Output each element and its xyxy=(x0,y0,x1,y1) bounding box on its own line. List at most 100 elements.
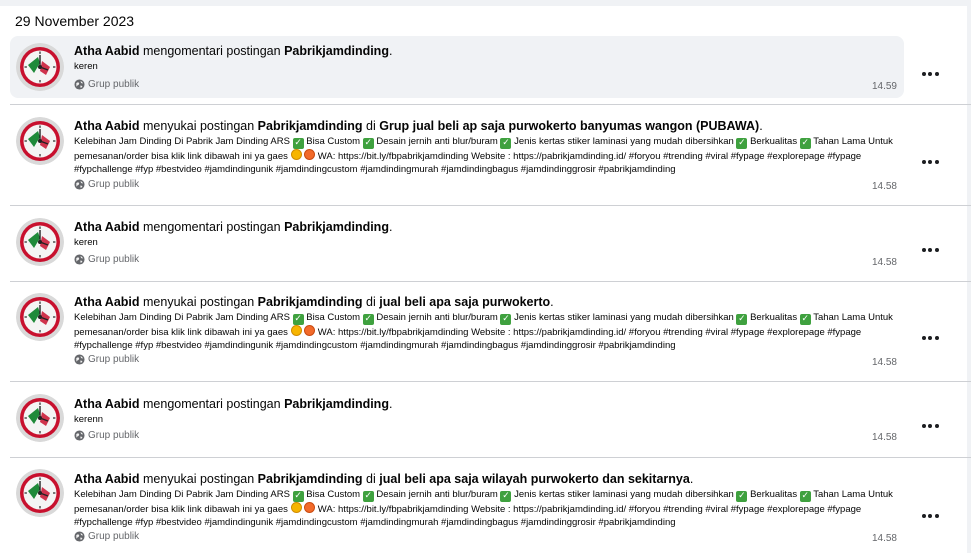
heart-eyes-emoji xyxy=(304,149,316,160)
activity-item[interactable]: Atha Aabid menyukai postingan Pabrikjamd… xyxy=(0,117,971,199)
actor-name[interactable]: Atha Aabid xyxy=(74,220,140,234)
audience-label: Grup publik xyxy=(74,430,139,441)
group-link[interactable]: Grup jual beli ap saja purwokerto banyum… xyxy=(379,119,759,133)
globe-icon xyxy=(74,430,85,441)
divider xyxy=(10,205,971,206)
divider xyxy=(10,381,971,382)
headline-suffix: . xyxy=(550,295,554,309)
post-preview-text: Kelebihan Jam Dinding Di Pabrik Jam Dind… xyxy=(74,136,898,174)
activity-item[interactable]: Atha Aabid mengomentari postingan Pabrik… xyxy=(0,36,971,98)
timestamp[interactable]: 14.59 xyxy=(872,81,897,92)
activity-joiner: di xyxy=(366,472,376,486)
avatar[interactable] xyxy=(16,43,64,91)
actor-name[interactable]: Atha Aabid xyxy=(74,472,140,486)
clock-avatar-image xyxy=(16,43,64,91)
post-text-segment: Kelebihan Jam Dinding Di Pabrik Jam Dind… xyxy=(74,489,290,500)
avatar[interactable] xyxy=(16,469,64,517)
check-mark-emoji: ✓ xyxy=(799,138,811,149)
clock-avatar-image xyxy=(16,394,64,442)
activity-headline: Atha Aabid mengomentari postingan Pabrik… xyxy=(74,396,900,412)
check-mark-emoji: ✓ xyxy=(362,491,374,502)
activity-headline: Atha Aabid menyukai postingan Pabrikjamd… xyxy=(74,471,900,487)
actor-name[interactable]: Atha Aabid xyxy=(74,119,140,133)
activity-text: Atha Aabid mengomentari postingan Pabrik… xyxy=(74,43,900,74)
more-options-icon[interactable] xyxy=(918,419,942,433)
post-preview-text: Kelebihan Jam Dinding Di Pabrik Jam Dind… xyxy=(74,489,898,527)
more-options-icon[interactable] xyxy=(918,331,942,345)
post-owner-link[interactable]: Pabrikjamdinding xyxy=(284,220,389,234)
smiling-emoji xyxy=(290,325,302,336)
post-text-segment: Desain jernih anti blur/buram xyxy=(376,312,498,323)
group-link[interactable]: jual beli apa saja wilayah purwokerto da… xyxy=(379,472,690,486)
activity-item[interactable]: Atha Aabid menyukai postingan Pabrikjamd… xyxy=(0,293,971,375)
post-owner-link[interactable]: Pabrikjamdinding xyxy=(258,295,363,309)
clock-avatar-image xyxy=(16,117,64,165)
post-text-segment: Jenis kertas stiker laminasi yang mudah … xyxy=(514,489,734,500)
smiling-emoji xyxy=(290,149,302,160)
group-link[interactable]: jual beli apa saja purwokerto xyxy=(379,295,550,309)
actor-name[interactable]: Atha Aabid xyxy=(74,44,140,58)
audience-text: Grup publik xyxy=(88,354,140,365)
comment-text: kerenn xyxy=(74,414,104,425)
activity-headline: Atha Aabid menyukai postingan Pabrikjamd… xyxy=(74,294,900,310)
headline-suffix: . xyxy=(388,44,393,58)
more-options-icon[interactable] xyxy=(918,67,942,81)
headline-suffix: . xyxy=(388,397,393,411)
comment-text: keren xyxy=(74,237,98,248)
check-mark-emoji: ✓ xyxy=(799,491,811,502)
timestamp[interactable]: 14.58 xyxy=(872,432,897,443)
top-gap xyxy=(0,0,971,6)
post-text-segment: Bisa Custom xyxy=(306,489,361,500)
post-owner-link[interactable]: Pabrikjamdinding xyxy=(284,397,389,411)
avatar[interactable] xyxy=(16,218,64,266)
avatar[interactable] xyxy=(16,394,64,442)
audience-label: Grup publik xyxy=(74,254,139,265)
audience-label: Grup publik xyxy=(74,354,139,365)
divider xyxy=(10,457,971,458)
check-mark-emoji: ✓ xyxy=(736,138,748,149)
post-owner-link[interactable]: Pabrikjamdinding xyxy=(258,472,363,486)
avatar[interactable] xyxy=(16,293,64,341)
activity-verb: menyukai postingan xyxy=(143,119,255,133)
more-options-icon[interactable] xyxy=(918,509,942,523)
activity-item[interactable]: Atha Aabid mengomentari postingan Pabrik… xyxy=(0,218,971,272)
activity-text: Atha Aabid menyukai postingan Pabrikjamd… xyxy=(74,471,900,527)
post-text-segment: Berkualitas xyxy=(750,136,798,147)
post-owner-link[interactable]: Pabrikjamdinding xyxy=(258,119,363,133)
activity-verb: mengomentari postingan xyxy=(143,220,281,234)
post-text-segment: Jenis kertas stiker laminasi yang mudah … xyxy=(514,312,734,323)
activity-item[interactable]: Atha Aabid menyukai postingan Pabrikjamd… xyxy=(0,469,971,551)
date-header: 29 November 2023 xyxy=(15,13,135,29)
headline-suffix: . xyxy=(689,472,694,486)
check-mark-emoji: ✓ xyxy=(500,491,512,502)
timestamp[interactable]: 14.58 xyxy=(872,533,897,544)
actor-name[interactable]: Atha Aabid xyxy=(74,295,140,309)
audience-text: Grup publik xyxy=(88,79,140,90)
activity-joiner: di xyxy=(366,295,376,309)
audience-label: Grup publik xyxy=(74,79,139,90)
post-owner-link[interactable]: Pabrikjamdinding xyxy=(284,44,389,58)
post-text-segment: Berkualitas xyxy=(750,312,798,323)
timestamp[interactable]: 14.58 xyxy=(872,257,897,268)
globe-icon xyxy=(74,79,85,90)
check-mark-emoji: ✓ xyxy=(362,314,374,325)
audience-text: Grup publik xyxy=(88,254,140,265)
activity-item[interactable]: Atha Aabid mengomentari postingan Pabrik… xyxy=(0,394,971,448)
activity-headline: Atha Aabid mengomentari postingan Pabrik… xyxy=(74,43,900,59)
more-options-icon[interactable] xyxy=(918,243,942,257)
activity-verb: mengomentari postingan xyxy=(143,44,281,58)
avatar[interactable] xyxy=(16,117,64,165)
more-options-icon[interactable] xyxy=(918,155,942,169)
post-text-segment: Bisa Custom xyxy=(306,136,361,147)
timestamp[interactable]: 14.58 xyxy=(872,357,897,368)
check-mark-emoji: ✓ xyxy=(736,491,748,502)
check-mark-emoji: ✓ xyxy=(736,314,748,325)
headline-suffix: . xyxy=(759,119,763,133)
clock-avatar-image xyxy=(16,218,64,266)
globe-icon xyxy=(74,354,85,365)
actor-name[interactable]: Atha Aabid xyxy=(74,397,140,411)
heart-eyes-emoji xyxy=(304,502,316,513)
audience-label: Grup publik xyxy=(74,531,139,542)
timestamp[interactable]: 14.58 xyxy=(872,181,897,192)
globe-icon xyxy=(74,531,85,542)
